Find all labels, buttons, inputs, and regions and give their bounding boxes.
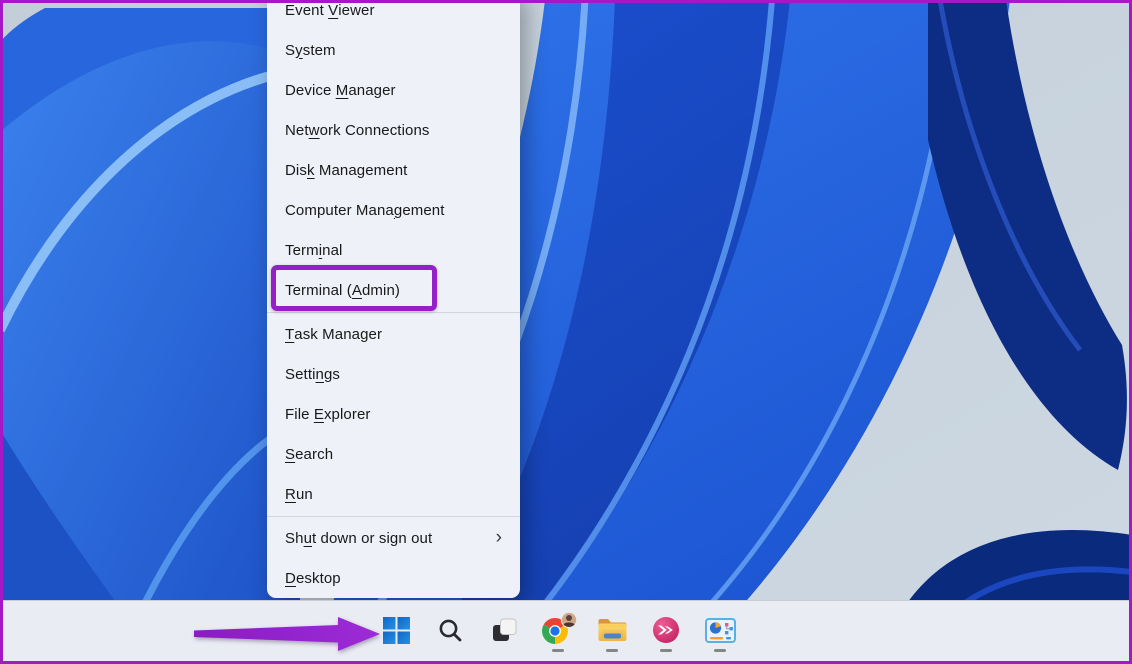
taskbar-icons [376,604,740,656]
blue-stats-app-button[interactable] [700,604,740,656]
file-explorer-taskbar-button[interactable] [592,604,632,656]
blue-stats-app-icon [705,618,736,643]
chrome-taskbar-button[interactable] [538,604,578,656]
pink-capture-app-icon [651,615,681,645]
menu-separator [267,312,520,313]
profile-avatar [561,612,576,627]
menu-item-computer-management[interactable]: Computer Management [267,190,520,230]
desktop: Event Viewer System Device Manager Netwo… [0,0,1132,664]
running-indicator [660,649,672,652]
menu-item-run[interactable]: Run [267,474,520,514]
task-view-button[interactable] [484,604,524,656]
submenu-chevron-icon: › [496,528,502,547]
menu-item-disk-management[interactable]: Disk Management [267,150,520,190]
taskbar [0,600,1132,661]
file-explorer-icon [597,617,628,643]
desktop-wallpaper-bloom [0,0,1132,661]
menu-item-desktop[interactable]: Desktop [267,558,520,598]
menu-item-network-connections[interactable]: Network Connections [267,110,520,150]
search-icon [438,618,463,643]
annotation-arrow [188,612,383,656]
menu-item-terminal[interactable]: Terminal [267,230,520,270]
menu-item-system[interactable]: System [267,30,520,70]
running-indicator [606,649,618,652]
menu-item-search[interactable]: Search [267,434,520,474]
menu-item-file-explorer[interactable]: File Explorer [267,394,520,434]
menu-item-shut-down-or-sign-out[interactable]: Shut down or sign out› [267,518,520,558]
running-indicator [552,649,564,652]
task-view-icon [492,618,517,643]
annotation-highlight-box [271,265,437,311]
taskbar-search-button[interactable] [430,604,470,656]
windows-logo-icon [383,617,410,644]
menu-separator [267,516,520,517]
chrome-icon [539,612,577,648]
menu-item-task-manager[interactable]: Task Manager [267,314,520,354]
menu-item-device-manager[interactable]: Device Manager [267,70,520,110]
running-indicator [714,649,726,652]
menu-item-settings[interactable]: Settings [267,354,520,394]
menu-item-event-viewer[interactable]: Event Viewer [267,0,520,30]
pink-capture-app-button[interactable] [646,604,686,656]
